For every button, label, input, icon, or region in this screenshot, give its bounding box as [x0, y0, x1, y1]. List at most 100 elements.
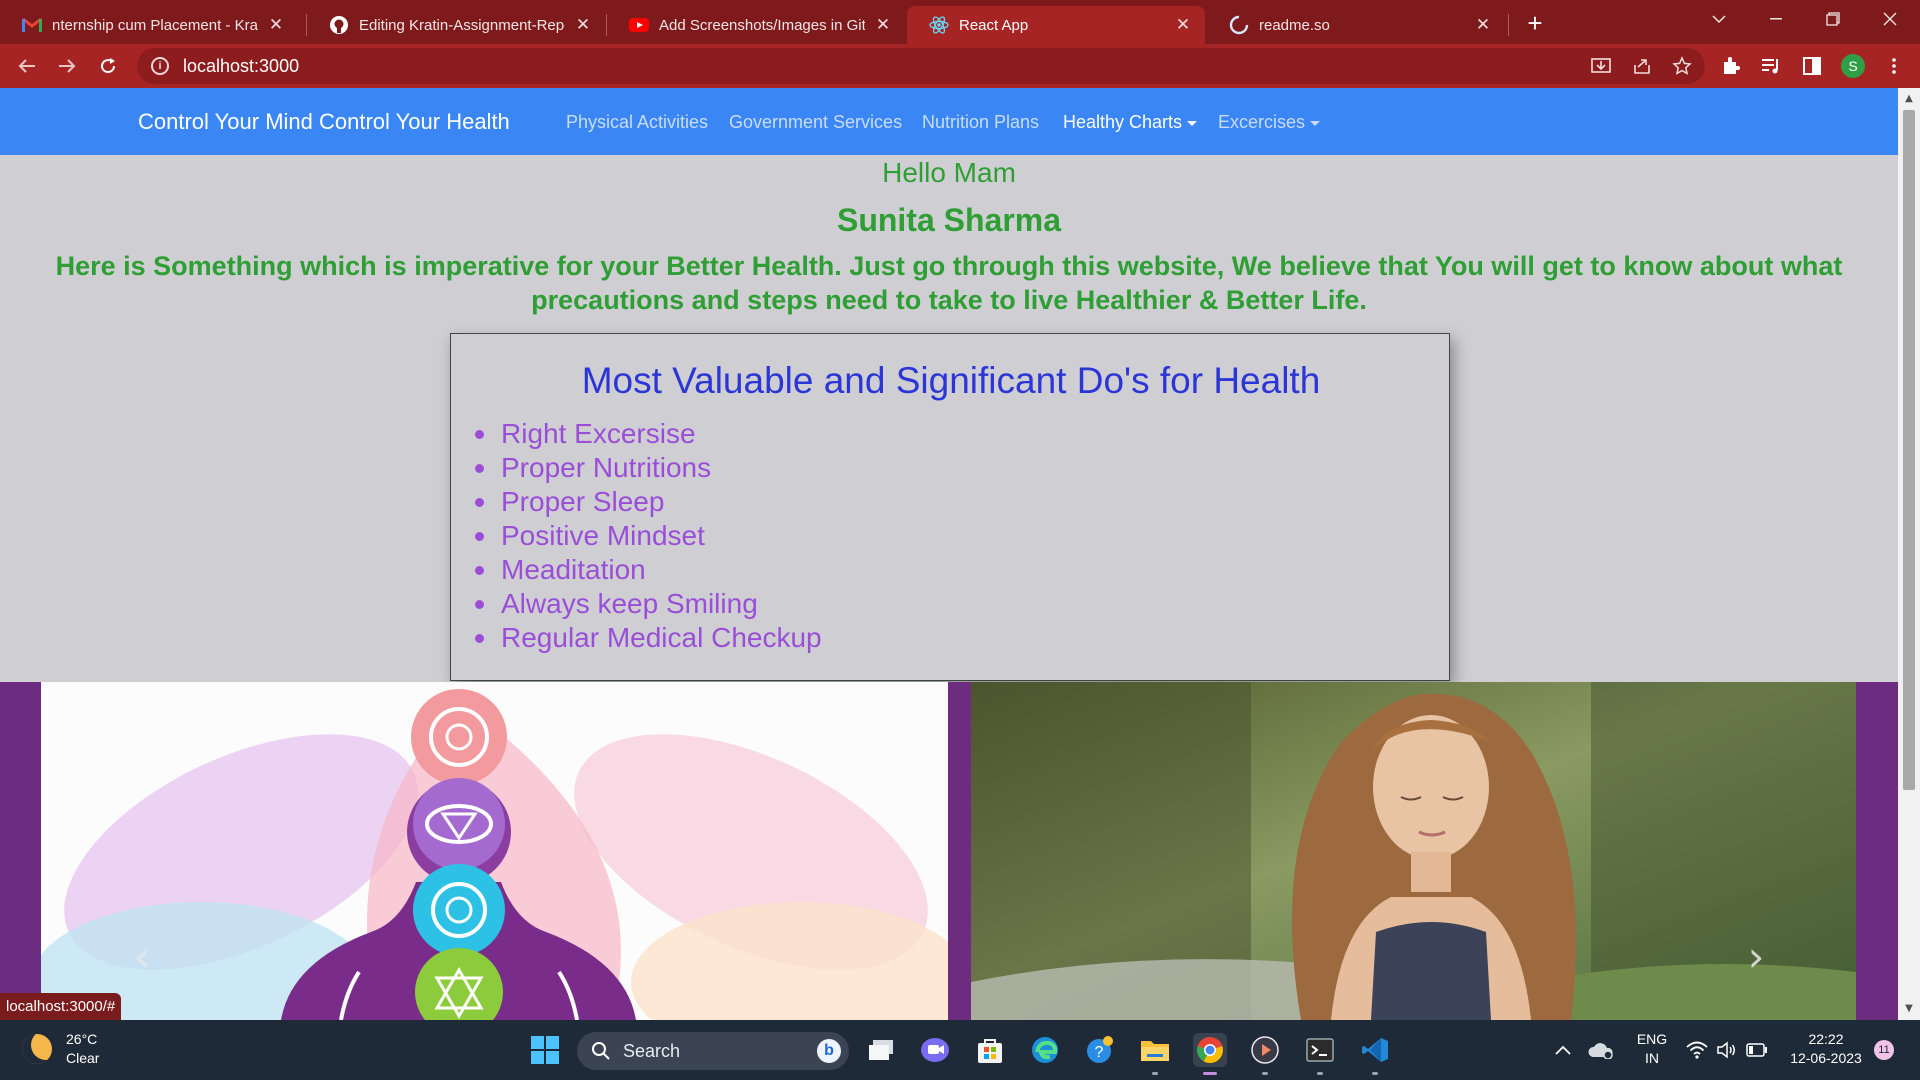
- greeting-name: Sunita Sharma: [836, 202, 1062, 238]
- search-icon: [592, 1042, 610, 1060]
- health-dos-card: Most Valuable and Significant Do's for H…: [450, 333, 1450, 681]
- gmail-icon: [22, 15, 42, 35]
- onedrive-icon[interactable]: [1584, 1033, 1618, 1067]
- list-item: Positive Mindset: [475, 519, 822, 553]
- extensions-icon[interactable]: [1717, 52, 1745, 80]
- close-window-icon[interactable]: [1863, 0, 1917, 38]
- youtube-icon: [629, 15, 649, 35]
- tab-search-icon[interactable]: [1692, 0, 1746, 38]
- tab-title: Add Screenshots/Images in Githu: [659, 16, 865, 34]
- reload-icon[interactable]: [94, 52, 122, 80]
- card-title: Most Valuable and Significant Do's for H…: [581, 360, 1321, 401]
- weather-widget[interactable]: 26°C Clear: [22, 1030, 99, 1068]
- wifi-icon[interactable]: [1680, 1033, 1714, 1067]
- terminal-icon[interactable]: [1303, 1033, 1337, 1075]
- nav-exercises-label: Excercises: [1218, 112, 1306, 132]
- tab-youtube[interactable]: Add Screenshots/Images in Githu ✕: [607, 6, 905, 44]
- url-text: localhost:3000: [183, 55, 300, 76]
- file-explorer-icon[interactable]: [1138, 1033, 1172, 1075]
- nav-government-services[interactable]: Government Services: [729, 112, 902, 133]
- weather-temp: 26°C: [66, 1031, 98, 1047]
- image-carousel: ‹ ›: [0, 682, 1898, 1020]
- browser-toolbar: i localhost:3000 S: [0, 44, 1920, 88]
- weather-condition: Clear: [66, 1050, 100, 1066]
- task-view-icon[interactable]: [864, 1033, 898, 1067]
- nav-nutrition-plans[interactable]: Nutrition Plans: [922, 112, 1039, 133]
- running-indicator: [1317, 1072, 1323, 1075]
- close-tab-icon[interactable]: ✕: [573, 15, 593, 35]
- svg-text:?: ?: [1095, 1044, 1104, 1061]
- chevron-up-icon[interactable]: [1546, 1033, 1580, 1067]
- tab-react-app[interactable]: React App ✕: [907, 6, 1205, 44]
- browser-menu-icon[interactable]: [1880, 52, 1908, 80]
- taskbar-search[interactable]: Search b: [577, 1032, 849, 1070]
- carousel-next-button[interactable]: ›: [1736, 932, 1776, 982]
- loading-icon: [1229, 15, 1249, 35]
- nav-healthy-charts-label: Healthy Charts: [1063, 112, 1183, 132]
- chrome-icon[interactable]: [1193, 1033, 1227, 1075]
- tab-title: Editing Kratin-Assignment-Repo/: [359, 16, 565, 34]
- nav-exercises-dropdown[interactable]: Excercises: [1218, 112, 1321, 133]
- running-indicator: [1372, 1072, 1378, 1075]
- close-tab-icon[interactable]: ✕: [1173, 15, 1193, 35]
- close-tab-icon[interactable]: ✕: [1473, 15, 1493, 35]
- tab-gmail[interactable]: nternship cum Placement - Kratin ✕: [0, 6, 298, 44]
- microsoft-store-icon[interactable]: [973, 1033, 1007, 1067]
- app-navbar: Control Your Mind Control Your Health Ph…: [0, 88, 1898, 155]
- profile-avatar[interactable]: S: [1841, 54, 1865, 78]
- github-icon: [329, 15, 349, 35]
- vscode-icon[interactable]: [1358, 1033, 1392, 1075]
- back-icon[interactable]: [13, 52, 41, 80]
- new-tab-button[interactable]: +: [1520, 8, 1550, 38]
- clock-time: 22:22: [1808, 1031, 1844, 1047]
- system-clock[interactable]: 22:22 12-06-2023: [1782, 1030, 1870, 1068]
- navbar-brand[interactable]: Control Your Mind Control Your Health: [138, 109, 510, 135]
- language-indicator[interactable]: ENG IN: [1632, 1030, 1672, 1068]
- forward-icon[interactable]: [53, 52, 81, 80]
- tab-title: nternship cum Placement - Kratin: [52, 16, 258, 34]
- health-dos-list: Right Excersise Proper Nutritions Proper…: [475, 417, 822, 655]
- list-item: Proper Sleep: [475, 485, 822, 519]
- scrollbar-thumb[interactable]: [1903, 110, 1915, 790]
- running-indicator: [1152, 1072, 1158, 1075]
- close-tab-icon[interactable]: ✕: [873, 15, 893, 35]
- share-icon[interactable]: [1628, 52, 1656, 80]
- bing-icon: b: [817, 1039, 841, 1063]
- page-scrollbar[interactable]: ▲ ▼: [1898, 88, 1920, 1020]
- media-controls-icon[interactable]: [1757, 52, 1785, 80]
- battery-icon[interactable]: [1740, 1033, 1774, 1067]
- tab-readme[interactable]: readme.so ✕: [1207, 6, 1505, 44]
- restore-icon[interactable]: [1806, 0, 1860, 38]
- caret-down-icon: [1187, 120, 1198, 126]
- clock-date: 12-06-2023: [1790, 1050, 1862, 1066]
- react-icon: [929, 15, 949, 35]
- close-tab-icon[interactable]: ✕: [266, 15, 286, 35]
- greeting-message: Here is Something which is imperative fo…: [55, 251, 1843, 315]
- minimize-icon[interactable]: [1749, 0, 1803, 38]
- list-item: Proper Nutritions: [475, 451, 822, 485]
- carousel-prev-button[interactable]: ‹: [122, 932, 162, 982]
- scroll-down-icon[interactable]: ▼: [1898, 1000, 1920, 1018]
- search-label: Search: [623, 1040, 681, 1061]
- chakra-meditation-image: [41, 682, 948, 1020]
- running-indicator: [1262, 1072, 1268, 1075]
- tab-github[interactable]: Editing Kratin-Assignment-Repo/ ✕: [307, 6, 605, 44]
- nav-healthy-charts-dropdown[interactable]: Healthy Charts: [1063, 112, 1198, 133]
- notification-badge[interactable]: 11: [1874, 1040, 1894, 1060]
- site-info-icon[interactable]: i: [151, 57, 169, 75]
- scroll-up-icon[interactable]: ▲: [1898, 90, 1920, 108]
- address-bar[interactable]: i localhost:3000: [137, 48, 1705, 84]
- media-player-icon[interactable]: [1248, 1033, 1282, 1075]
- install-app-icon[interactable]: [1587, 52, 1615, 80]
- woman-meditating-image: [971, 682, 1856, 1020]
- volume-icon[interactable]: [1710, 1033, 1744, 1067]
- chat-icon[interactable]: [918, 1033, 952, 1067]
- link-status-bubble: localhost:3000/#: [0, 993, 122, 1020]
- page-content: Hello Mam Sunita Sharma Here is Somethin…: [0, 155, 1898, 1020]
- bookmark-star-icon[interactable]: [1668, 52, 1696, 80]
- side-panel-icon[interactable]: [1798, 52, 1826, 80]
- edge-icon[interactable]: [1028, 1033, 1062, 1067]
- get-help-icon[interactable]: ?: [1083, 1033, 1117, 1067]
- windows-start-icon[interactable]: [528, 1033, 562, 1067]
- nav-physical-activities[interactable]: Physical Activities: [566, 112, 708, 133]
